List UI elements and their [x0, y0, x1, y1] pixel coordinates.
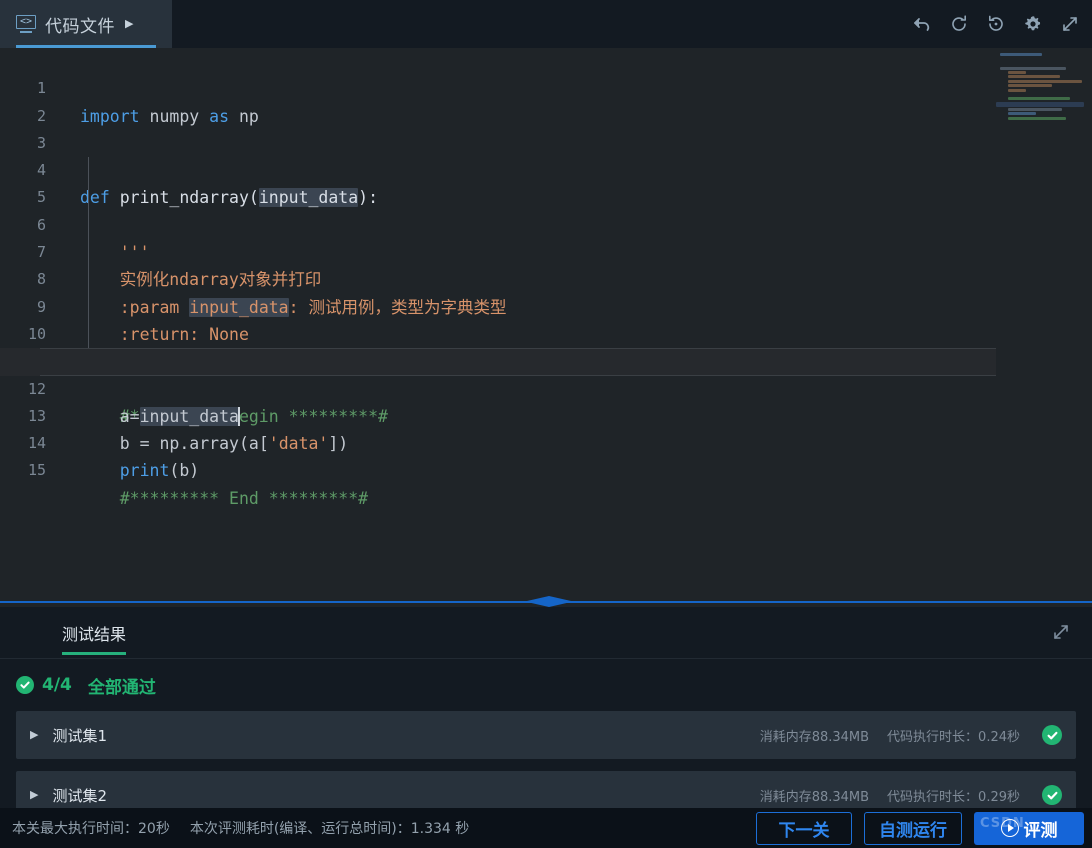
test-summary: 4/4 全部通过	[0, 659, 1092, 711]
eval-elapsed-label: 本次评测耗时(编译、运行总时间)：1.334 秒	[189, 821, 470, 837]
test-case-duration: 代码执行时长：0.24秒	[887, 729, 1020, 745]
status-badge-pass	[1042, 785, 1062, 805]
chevron-right-icon[interactable]: ▶	[125, 18, 133, 30]
test-case-memory: 消耗内存88.34MB	[759, 789, 870, 805]
top-bar-actions	[910, 0, 1082, 48]
panel-splitter[interactable]	[0, 596, 1092, 607]
check-circle-icon	[16, 676, 34, 694]
code-file-icon: <>	[16, 15, 36, 33]
code-line[interactable]: 13 b = np.array(a['data'])	[0, 376, 1092, 453]
code-line[interactable]: 14 print(b)	[0, 403, 1092, 480]
next-level-button[interactable]: 下一关	[756, 811, 852, 845]
code-line[interactable]: 3	[0, 103, 1092, 152]
test-case-memory: 消耗内存88.34MB	[759, 729, 870, 745]
code-lines[interactable]: 1 import numpy as np 2 3 4 def print_nda…	[0, 48, 1092, 596]
code-line[interactable]: 9 '''	[0, 266, 1092, 371]
tab-test-result[interactable]: 测试结果	[62, 621, 126, 645]
test-case-name: 测试集2	[52, 786, 108, 805]
code-line[interactable]: 7 :param input_data: 测试用例，类型为字典类型	[0, 211, 1092, 317]
code-line[interactable]: 6 实例化ndarray对象并打印	[0, 184, 1092, 289]
code-line[interactable]: 11 #********* Begin *********#	[0, 320, 1092, 426]
indent-guide	[88, 293, 89, 321]
top-bar: <> 代码文件 ▶	[0, 0, 1092, 48]
chevron-right-icon[interactable]: ▶	[30, 789, 38, 801]
indent-guide	[88, 320, 89, 349]
code-minimap[interactable]	[996, 48, 1092, 596]
line-number: 15	[27, 461, 46, 480]
history-icon[interactable]	[984, 12, 1008, 36]
line-content: print(b)	[119, 461, 200, 481]
test-case-list: ▶ 测试集1 消耗内存88.34MB 代码执行时长：0.24秒 ▶ 测试集2 消…	[0, 711, 1092, 819]
indent-guide	[88, 211, 89, 240]
code-playground-window: <> 代码文件 ▶ 1 import numpy as np 2 3 4 def…	[0, 0, 1092, 848]
code-line[interactable]: 5 '''	[0, 157, 1092, 262]
test-case-name: 测试集1	[52, 726, 108, 745]
code-line[interactable]: 2	[0, 75, 1092, 125]
bottom-status-bar: 本关最大执行时间：20秒 本次评测耗时(编译、运行总时间)：1.334 秒 下一…	[0, 808, 1092, 848]
code-line[interactable]: 4 def print_ndarray(input_data):	[0, 130, 1092, 208]
evaluate-button[interactable]: 评测 CSDN	[974, 811, 1084, 845]
test-pass-text: 全部通过	[87, 677, 156, 698]
expand-arrows-icon[interactable]	[1051, 622, 1075, 646]
tab-test-result-underline	[62, 652, 126, 655]
code-line-active[interactable]: 12 a=input_data	[0, 348, 1092, 426]
test-case-meta: 消耗内存88.34MB 代码执行时长：0.29秒	[760, 785, 1062, 805]
test-pass-count: 4/4	[42, 675, 72, 695]
tab-code-file[interactable]: <> 代码文件 ▶	[0, 0, 172, 48]
bottom-action-buttons: 下一关 自测运行 评测 CSDN	[756, 811, 1092, 845]
test-case-duration: 代码执行时长：0.29秒	[887, 789, 1020, 805]
fullscreen-icon[interactable]	[1058, 12, 1082, 36]
evaluate-button-label: 评测	[1023, 820, 1058, 841]
gear-icon[interactable]	[1021, 12, 1045, 36]
status-badge-pass	[1042, 725, 1062, 745]
splitter-drag-handle[interactable]	[527, 596, 571, 607]
indent-guide	[88, 184, 89, 212]
code-line[interactable]: 10	[0, 293, 1092, 343]
indent-guide	[88, 157, 89, 185]
code-line[interactable]: 1 import numpy as np	[0, 48, 1092, 125]
line-content: #********* End *********#	[80, 488, 369, 508]
undo-icon[interactable]	[910, 12, 934, 36]
max-exec-time-label: 本关最大执行时间：20秒	[12, 821, 170, 837]
indent-guide	[88, 266, 89, 294]
test-case-meta: 消耗内存88.34MB 代码执行时长：0.24秒	[760, 725, 1062, 745]
self-run-button[interactable]: 自测运行	[864, 811, 962, 845]
play-icon	[1000, 819, 1019, 837]
test-case-row[interactable]: ▶ 测试集1 消耗内存88.34MB 代码执行时长：0.24秒	[16, 711, 1076, 759]
code-line[interactable]: 8 :return: None	[0, 239, 1092, 344]
code-line[interactable]: 15 #********* End *********#	[0, 430, 1092, 507]
code-editor[interactable]: 1 import numpy as np 2 3 4 def print_nda…	[0, 48, 1092, 596]
chevron-right-icon[interactable]: ▶	[30, 729, 38, 741]
refresh-icon[interactable]	[947, 12, 971, 36]
indent-guide	[88, 239, 89, 267]
tab-code-file-label: 代码文件	[45, 16, 115, 37]
test-result-header: 测试结果	[0, 607, 1092, 659]
